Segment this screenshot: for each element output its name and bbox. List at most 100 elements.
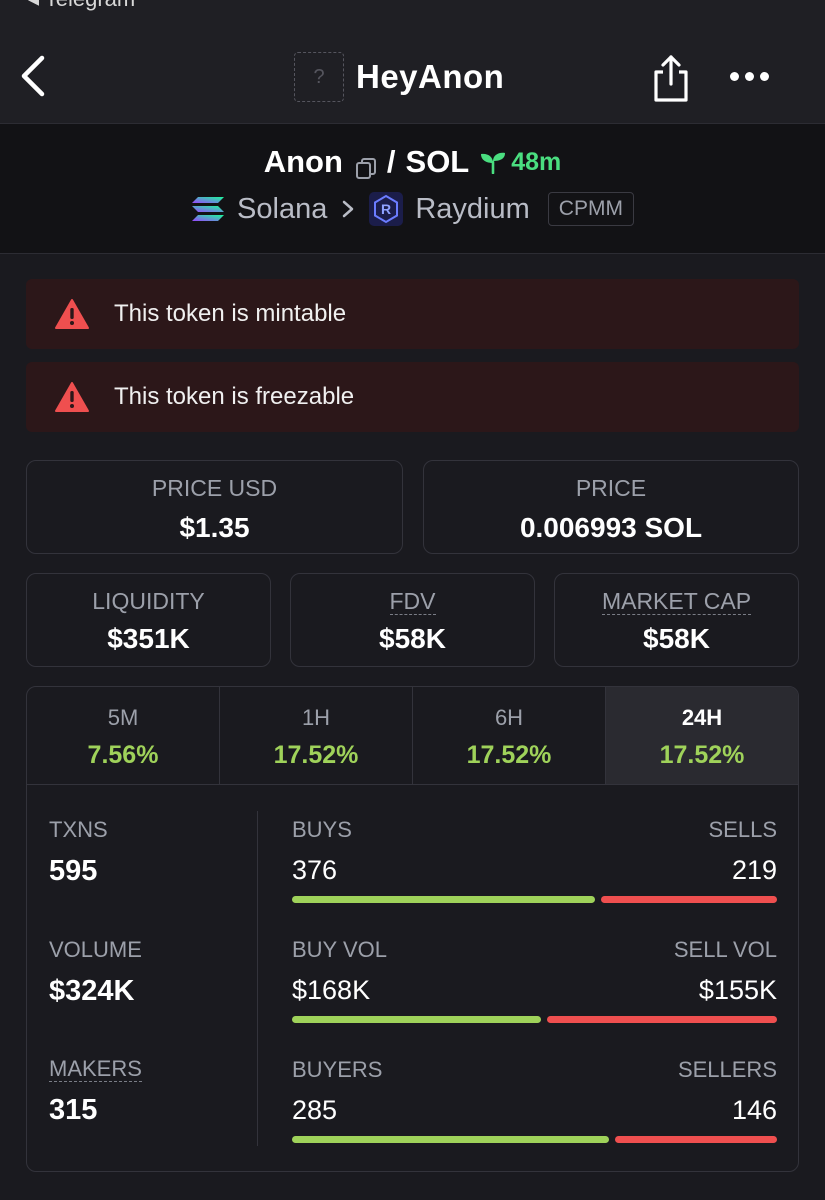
txns-value: 595 xyxy=(49,855,98,887)
warning-triangle-icon xyxy=(55,299,89,329)
raydium-logo-icon: R xyxy=(369,192,404,226)
pair-separator: / xyxy=(386,144,396,179)
volume-label: VOLUME xyxy=(49,937,142,962)
market-cap-card: MARKET CAP $58K xyxy=(554,573,799,667)
tab-24h[interactable]: 24H 17.52% xyxy=(606,687,798,784)
makers-stat: MAKERS 315 xyxy=(49,1057,142,1127)
stats-panel: 5M 7.56% 1H 17.52% 6H 17.52% 24H 17.52% … xyxy=(26,686,799,1172)
liquidity-card: LIQUIDITY $351K xyxy=(26,573,271,667)
base-token-symbol: Anon xyxy=(263,144,343,179)
column-divider xyxy=(257,811,258,1146)
pair-age-value: 48m xyxy=(511,147,562,176)
page-title: HeyAnon xyxy=(356,58,505,95)
back-button[interactable] xyxy=(14,50,54,102)
tab-5m[interactable]: 5M 7.56% xyxy=(27,687,220,784)
tab-change-value: 17.52% xyxy=(273,741,359,769)
sell-share-fill xyxy=(600,896,777,903)
pair-venue-row: Solana R Raydium CPMM xyxy=(0,192,825,226)
pool-type-badge: CPMM xyxy=(547,192,634,226)
liquidity-label: LIQUIDITY xyxy=(92,588,205,614)
volume-value: $324K xyxy=(49,975,135,1007)
price-usd-label: PRICE USD xyxy=(151,475,278,501)
seedling-icon xyxy=(481,152,506,174)
price-native-label: PRICE xyxy=(575,475,647,501)
buys-value: 376 xyxy=(292,855,338,885)
copy-address-icon[interactable] xyxy=(355,151,377,179)
chevron-left-icon xyxy=(21,55,45,97)
fdv-card: FDV $58K xyxy=(290,573,535,667)
sellers-label: SELLERS xyxy=(677,1057,777,1082)
buy-volume-value: $168K xyxy=(292,975,371,1005)
makers-ratio-bar xyxy=(292,1136,777,1143)
pair-age: 48m xyxy=(479,148,561,177)
more-dot-icon xyxy=(730,71,739,81)
tab-label: 24H xyxy=(681,705,723,730)
warning-text: This token is mintable xyxy=(114,300,347,327)
app-title-group: ? HeyAnon xyxy=(294,52,504,102)
pair-title-row: Anon / SOL 48m xyxy=(0,144,825,180)
buyers-sellers-stat: BUYERS SELLERS 285 146 xyxy=(292,1057,777,1143)
tab-6h[interactable]: 6H 17.52% xyxy=(413,687,606,784)
tab-label: 5M xyxy=(107,705,139,730)
solana-logo-icon xyxy=(192,197,225,221)
tab-change-value: 17.52% xyxy=(466,741,552,769)
quote-token-symbol: SOL xyxy=(405,144,470,179)
status-bar: ◂ Telegram xyxy=(0,0,825,28)
sell-share-fill xyxy=(614,1136,777,1143)
app-bar: ? HeyAnon xyxy=(0,28,825,124)
more-dot-icon xyxy=(760,71,769,81)
tab-change-value: 17.52% xyxy=(659,741,745,769)
back-to-app-link[interactable]: ◂ Telegram xyxy=(28,0,135,12)
sell-volume-value: $155K xyxy=(698,975,777,1005)
warning-banner-mintable: This token is mintable xyxy=(26,279,799,349)
market-cap-label[interactable]: MARKET CAP xyxy=(601,588,752,615)
svg-text:R: R xyxy=(381,201,391,217)
volume-ratio-bar xyxy=(292,1016,777,1023)
tab-label: 1H xyxy=(301,705,331,730)
avatar: ? xyxy=(294,52,344,102)
sells-label: SELLS xyxy=(708,817,778,842)
buy-sell-volume-stat: BUY VOL SELL VOL $168K $155K xyxy=(292,937,777,1023)
txns-label: TXNS xyxy=(49,817,108,842)
warning-banner-freezable: This token is freezable xyxy=(26,362,799,432)
timeframe-tabs: 5M 7.56% 1H 17.52% 6H 17.52% 24H 17.52% xyxy=(27,687,798,785)
makers-value: 315 xyxy=(49,1094,98,1126)
makers-label[interactable]: MAKERS xyxy=(49,1057,142,1082)
share-button[interactable] xyxy=(648,52,694,104)
volume-stat: VOLUME $324K xyxy=(49,937,142,1008)
price-usd-value: $1.35 xyxy=(179,512,250,543)
chain-name[interactable]: Solana xyxy=(237,193,327,226)
buys-sells-stat: BUYS SELLS 376 219 xyxy=(292,817,777,903)
tab-1h[interactable]: 1H 17.52% xyxy=(220,687,413,784)
pair-header: Anon / SOL 48m Solana R Raydium CPMM xyxy=(0,124,825,254)
more-dot-icon xyxy=(745,71,754,81)
buys-sells-ratio-bar xyxy=(292,896,777,903)
buy-share-fill xyxy=(292,1016,542,1023)
warning-triangle-icon xyxy=(55,382,89,412)
warning-text: This token is freezable xyxy=(114,383,355,410)
buy-share-fill xyxy=(292,896,595,903)
chevron-right-icon xyxy=(343,200,354,218)
sellers-value: 146 xyxy=(731,1095,777,1125)
txns-stat: TXNS 595 xyxy=(49,817,108,888)
price-native-card: PRICE 0.006993 SOL xyxy=(423,460,799,554)
price-usd-card: PRICE USD $1.35 xyxy=(26,460,403,554)
fdv-value: $58K xyxy=(379,623,446,654)
buys-label: BUYS xyxy=(292,817,352,842)
more-menu-button[interactable] xyxy=(730,66,774,86)
sells-value: 219 xyxy=(731,855,777,885)
tab-label: 6H xyxy=(494,705,524,730)
buy-share-fill xyxy=(292,1136,609,1143)
tab-change-value: 7.56% xyxy=(87,741,159,769)
sell-volume-label: SELL VOL xyxy=(673,937,777,962)
fdv-label[interactable]: FDV xyxy=(389,588,436,615)
dex-name[interactable]: Raydium xyxy=(415,193,529,226)
market-cap-value: $58K xyxy=(643,623,710,654)
buyers-value: 285 xyxy=(292,1095,338,1125)
price-native-value: 0.006993 SOL xyxy=(519,512,703,543)
sell-share-fill xyxy=(547,1016,777,1023)
liquidity-value: $351K xyxy=(107,623,190,654)
buy-volume-label: BUY VOL xyxy=(292,937,387,962)
share-icon xyxy=(654,55,688,102)
buyers-label: BUYERS xyxy=(292,1057,383,1082)
